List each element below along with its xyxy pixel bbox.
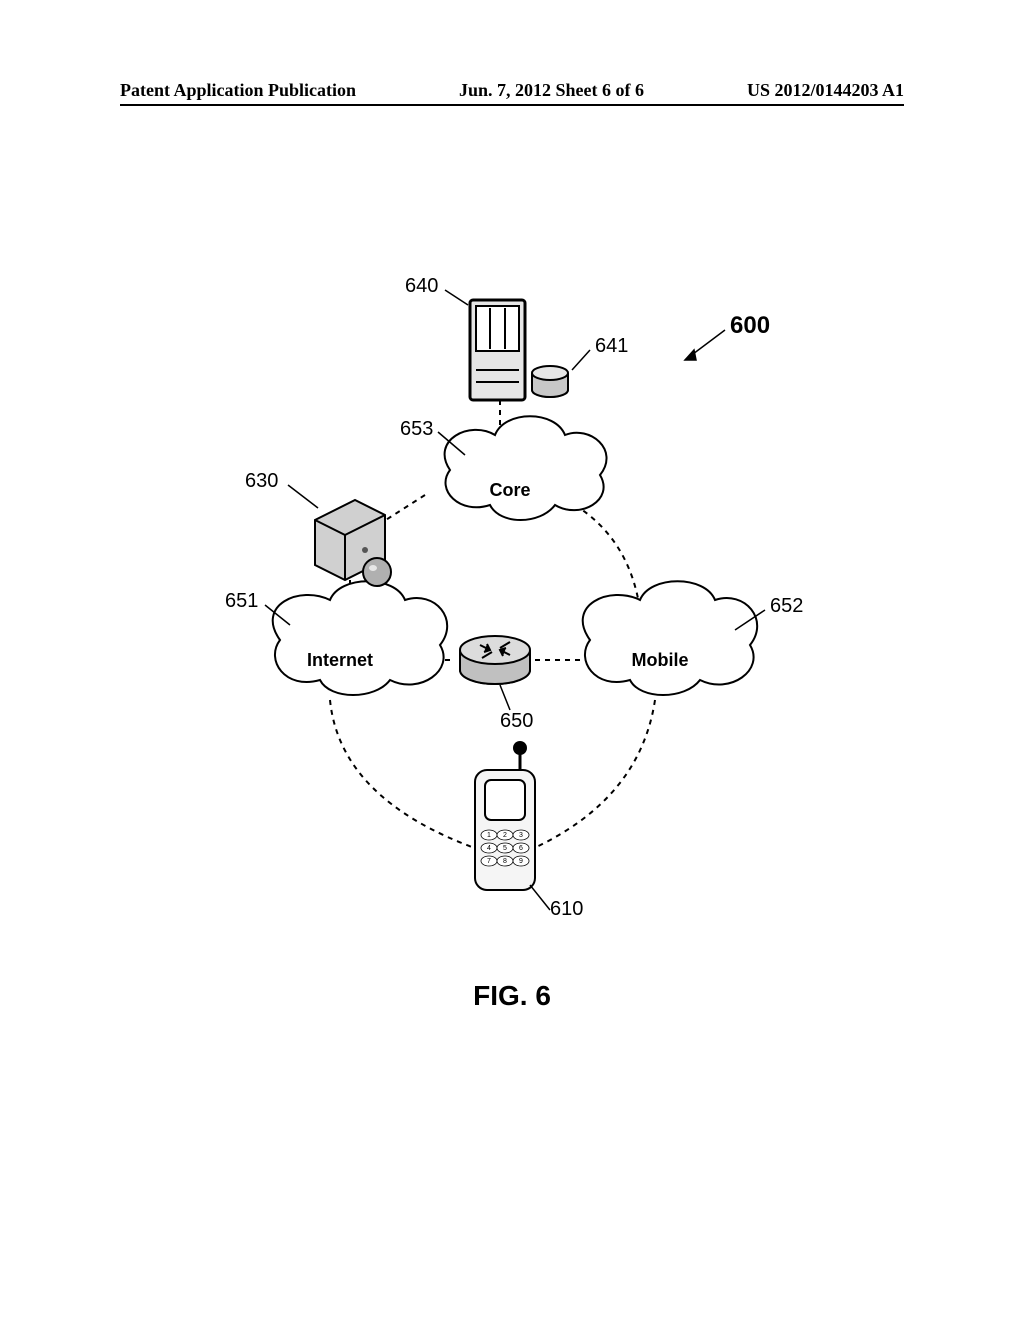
- label-630: 630: [245, 470, 278, 493]
- network-diagram: Core Internet Mobile: [180, 270, 860, 950]
- header-center: Jun. 7, 2012 Sheet 6 of 6: [459, 80, 644, 101]
- label-650: 650: [500, 710, 533, 733]
- page-header: Patent Application Publication Jun. 7, 2…: [0, 80, 1024, 101]
- header-left: Patent Application Publication: [120, 80, 356, 101]
- label-653: 653: [400, 418, 433, 441]
- leader-lines: [180, 270, 860, 950]
- header-right: US 2012/0144203 A1: [747, 80, 904, 101]
- label-651: 651: [225, 590, 258, 613]
- label-610: 610: [550, 898, 583, 921]
- figure-caption: FIG. 6: [0, 980, 1024, 1012]
- label-640: 640: [405, 275, 438, 298]
- label-652: 652: [770, 595, 803, 618]
- label-600: 600: [730, 312, 770, 340]
- header-rule: [120, 104, 904, 106]
- label-641: 641: [595, 335, 628, 358]
